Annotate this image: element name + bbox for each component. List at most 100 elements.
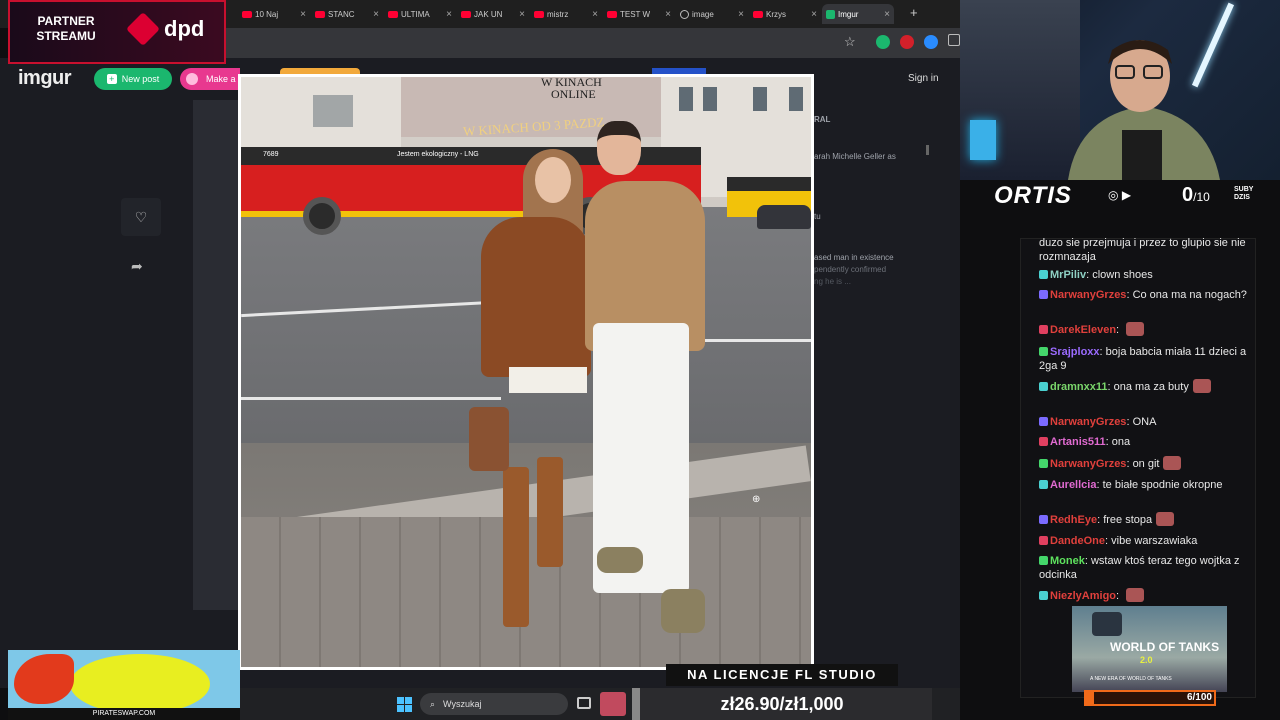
chat-username[interactable]: Srajploxx: [1050, 346, 1100, 358]
extension-icon[interactable]: [900, 35, 914, 49]
chat-username[interactable]: dramnxx11: [1050, 381, 1107, 393]
chat-username[interactable]: DarekEleven: [1050, 324, 1116, 336]
favorite-heart-icon[interactable]: ♡: [121, 198, 161, 236]
browser-tab[interactable]: mistrz ×: [530, 4, 602, 24]
chat-username[interactable]: Artanis511: [1050, 436, 1106, 448]
imgur-icon: [826, 9, 835, 19]
chat-username[interactable]: Aurellcia: [1050, 479, 1096, 491]
tab-label: TEST W: [620, 9, 651, 19]
chat-text: te białe spodnie okropne: [1102, 479, 1223, 491]
chat-badge-icon: [1039, 556, 1048, 565]
task-view-icon[interactable]: [577, 697, 591, 709]
chat-message: duzo sie przejmuja i przez to glupio sie…: [1039, 236, 1249, 264]
extension-icon[interactable]: [876, 35, 890, 49]
new-post-button[interactable]: + New post: [94, 68, 172, 90]
chat-separator: :: [1116, 324, 1123, 336]
browser-tab[interactable]: Krzys ×: [749, 4, 821, 24]
imgur-logo[interactable]: imgur: [18, 67, 72, 90]
chat-username[interactable]: NarwanyGrzes: [1050, 289, 1126, 301]
chat-emote-icon: [1192, 379, 1211, 393]
taskbar-search[interactable]: ⌕ Wyszukaj: [420, 693, 568, 715]
close-tab-icon[interactable]: ×: [300, 9, 306, 20]
close-tab-icon[interactable]: ×: [665, 9, 671, 20]
windows-start-icon[interactable]: [397, 697, 412, 712]
sidebar-snippet[interactable]: arah Michelle Geller as: [814, 152, 896, 161]
extension-icon[interactable]: [924, 35, 938, 49]
close-tab-icon[interactable]: ×: [446, 9, 452, 20]
close-tab-icon[interactable]: ×: [592, 9, 598, 20]
window: [703, 87, 717, 111]
chat-username[interactable]: NarwanyGrzes: [1050, 416, 1126, 428]
person-sneaker: [597, 547, 643, 573]
browser-tab[interactable]: TEST W ×: [603, 4, 675, 24]
window: [679, 87, 693, 111]
new-post-label: New post: [121, 74, 160, 84]
address-bar[interactable]: ☆: [226, 28, 960, 58]
chat-separator: :: [1116, 590, 1123, 602]
chat-badge-icon: [1039, 290, 1048, 299]
sidebar-snippet[interactable]: tu: [814, 212, 821, 221]
chat-emote-icon: [1156, 512, 1175, 526]
partner-line: PARTNER: [37, 14, 95, 28]
close-tab-icon[interactable]: ×: [519, 9, 525, 20]
window: [789, 87, 803, 111]
chat-text: free stopa: [1103, 514, 1153, 526]
sidebar-snippet[interactable]: ased man in existence: [814, 253, 894, 262]
chat-badge-icon: [1039, 382, 1048, 391]
tab-label: mistrz: [547, 9, 569, 19]
car: [757, 205, 811, 229]
sidebar-snippet[interactable]: ng he is ...: [814, 277, 851, 286]
chat-text: vibe warszawiaka: [1111, 535, 1198, 547]
chat-badge-icon: [1039, 515, 1048, 524]
close-tab-icon[interactable]: ×: [738, 9, 744, 20]
chat-username[interactable]: NarwanyGrzes: [1050, 458, 1126, 470]
chat-emote-icon: [1126, 588, 1145, 602]
chat-username[interactable]: DandeOne: [1050, 535, 1105, 547]
subs-label-line: SUBY: [1234, 186, 1254, 193]
make-meme-button[interactable]: Make a: [180, 68, 240, 90]
share-arrow-icon[interactable]: ➦: [131, 258, 143, 275]
ad-tagline: A NEW ERA OF WORLD OF TANKS: [1090, 676, 1172, 682]
close-tab-icon[interactable]: ×: [373, 9, 379, 20]
road-marking: [241, 397, 501, 400]
scrollbar[interactable]: [926, 145, 929, 155]
taskbar-app-icon[interactable]: [600, 692, 626, 716]
browser-tab[interactable]: image ×: [676, 4, 748, 24]
sidebar-snippet[interactable]: pendently confirmed: [814, 265, 886, 274]
chat-message: MrPiliv: clown shoes: [1039, 268, 1249, 282]
browser-tab[interactable]: ULTIMA ×: [384, 4, 456, 24]
browser-tab[interactable]: Imgur ×: [822, 4, 894, 24]
chat-badge-icon: [1039, 347, 1048, 356]
browser-tab[interactable]: 10 Naj ×: [238, 4, 310, 24]
meme-face-icon: [186, 73, 198, 85]
chat-badge-icon: [1039, 417, 1048, 426]
browser-tab[interactable]: JAK UN ×: [457, 4, 529, 24]
photo-lightbox[interactable]: W KINACH ONLINE W KINACH OD 3 PAZDZ Jest…: [238, 74, 814, 670]
street-photo: W KINACH ONLINE W KINACH OD 3 PAZDZ Jest…: [241, 77, 811, 667]
chat-username[interactable]: NiezlyAmigo: [1050, 590, 1116, 602]
person-boot: [537, 457, 563, 567]
subs-label: SUBY DZIS: [1234, 186, 1253, 202]
tab-label: STANC: [328, 9, 355, 19]
pirateswap-label: PIRATESWAP.COM: [8, 708, 240, 720]
person-shorts: [509, 367, 587, 393]
chat-username[interactable]: RedhEye: [1050, 514, 1097, 526]
bookmark-star-icon[interactable]: ☆: [844, 34, 856, 50]
chat-username[interactable]: Monek: [1050, 555, 1085, 567]
browser-tab[interactable]: STANC ×: [311, 4, 383, 24]
extensions-puzzle-icon[interactable]: [948, 34, 960, 46]
youtube-icon: [753, 10, 763, 18]
sign-in-link[interactable]: Sign in: [908, 73, 939, 84]
chat-username[interactable]: MrPiliv: [1050, 269, 1086, 281]
new-tab-button[interactable]: +: [910, 5, 918, 20]
plus-icon: +: [106, 74, 117, 84]
tab-label: JAK UN: [474, 9, 503, 19]
close-tab-icon[interactable]: ×: [811, 9, 817, 20]
window: [313, 95, 353, 127]
chat-badge-icon: [1039, 325, 1048, 334]
dpd-logo-text: dpd: [164, 16, 205, 41]
chat-badge-icon: [1039, 480, 1048, 489]
chat-text: ona ma za buty: [1113, 381, 1189, 393]
close-tab-icon[interactable]: ×: [884, 9, 890, 20]
tab-label: ULTIMA: [401, 9, 430, 19]
